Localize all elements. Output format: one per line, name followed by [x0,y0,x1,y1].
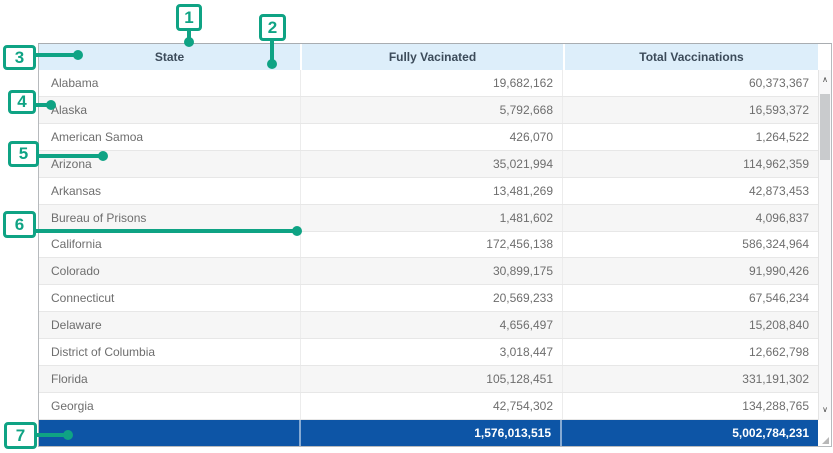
state-cell: Georgia [39,393,301,419]
table-row[interactable]: Bureau of Prisons 1,481,602 4,096,837 [39,205,818,232]
total-vaccinations-cell: 15,208,840 [563,312,818,338]
annotation-badge-5: 5 [8,141,39,167]
table-header-row: State Fully Vacinated Total Vaccinations [39,44,818,70]
fully-vacinated-cell: 3,018,447 [301,339,563,365]
annotation-line-2 [270,41,274,60]
fully-vacinated-cell: 35,021,994 [301,151,563,177]
annotation-badge-2: 2 [259,14,286,41]
total-vaccinations-cell: 60,373,367 [563,70,818,96]
annotation-badge-1: 1 [176,4,202,31]
scroll-up-icon[interactable]: ∧ [819,72,831,88]
fully-vacinated-cell: 1,481,602 [301,205,563,231]
table-row[interactable]: Georgia 42,754,302 134,288,765 [39,393,818,420]
state-cell: Colorado [39,258,301,284]
annotation-dot-2 [267,59,277,69]
table-row[interactable]: Connecticut 20,569,233 67,546,234 [39,285,818,312]
state-cell: California [39,232,301,258]
table-body: Alabama 19,682,162 60,373,367 Alaska 5,7… [39,70,818,420]
annotation-line-3 [36,53,75,57]
totals-fully-vacinated: 1,576,013,515 [301,420,562,446]
table-row[interactable]: District of Columbia 3,018,447 12,662,79… [39,339,818,366]
total-vaccinations-cell: 4,096,837 [563,205,818,231]
scrollbar-thumb[interactable] [820,94,830,160]
fully-vacinated-cell: 5,792,668 [301,97,563,123]
table-row[interactable]: Alabama 19,682,162 60,373,367 [39,70,818,97]
annotation-badge-3: 3 [3,45,36,70]
total-vaccinations-cell: 12,662,798 [563,339,818,365]
annotation-dot-4 [46,100,56,110]
annotation-badge-7: 7 [4,422,37,449]
total-vaccinations-cell: 586,324,964 [563,232,818,258]
fully-vacinated-cell: 4,656,497 [301,312,563,338]
fully-vacinated-cell: 13,481,269 [301,178,563,204]
column-header-fully-vacinated[interactable]: Fully Vacinated [302,44,563,70]
totals-row: 1,576,013,515 5,002,784,231 [39,420,818,446]
table-row[interactable]: California 172,456,138 586,324,964 [39,232,818,259]
fully-vacinated-cell: 20,569,233 [301,285,563,311]
vaccinations-table: State Fully Vacinated Total Vaccinations… [38,43,832,447]
annotation-dot-7 [63,430,73,440]
total-vaccinations-cell: 1,264,522 [563,124,818,150]
annotation-badge-4: 4 [8,90,36,114]
fully-vacinated-cell: 172,456,138 [301,232,563,258]
state-cell: American Samoa [39,124,301,150]
annotation-dot-1 [184,37,194,47]
fully-vacinated-cell: 19,682,162 [301,70,563,96]
state-cell: District of Columbia [39,339,301,365]
fully-vacinated-cell: 426,070 [301,124,563,150]
totals-state-cell [39,420,301,446]
screenshot-stage: State Fully Vacinated Total Vaccinations… [0,0,833,453]
state-cell: Alaska [39,97,301,123]
resize-grip-icon[interactable] [822,437,829,444]
state-cell: Bureau of Prisons [39,205,301,231]
table-row[interactable]: American Samoa 426,070 1,264,522 [39,124,818,151]
table-row[interactable]: Alaska 5,792,668 16,593,372 [39,97,818,124]
total-vaccinations-cell: 114,962,359 [563,151,818,177]
table-row[interactable]: Arizona 35,021,994 114,962,359 [39,151,818,178]
total-vaccinations-cell: 134,288,765 [563,393,818,419]
state-cell: Arkansas [39,178,301,204]
scroll-down-icon[interactable]: ∨ [819,402,831,418]
table-row[interactable]: Colorado 30,899,175 91,990,426 [39,258,818,285]
table-row[interactable]: Florida 105,128,451 331,191,302 [39,366,818,393]
annotation-dot-5 [98,151,108,161]
annotation-dot-6 [292,226,302,236]
annotation-line-6 [36,229,294,233]
total-vaccinations-cell: 331,191,302 [563,366,818,392]
totals-total-vaccinations: 5,002,784,231 [562,420,818,446]
fully-vacinated-cell: 42,754,302 [301,393,563,419]
total-vaccinations-cell: 42,873,453 [563,178,818,204]
fully-vacinated-cell: 105,128,451 [301,366,563,392]
table-row[interactable]: Delaware 4,656,497 15,208,840 [39,312,818,339]
total-vaccinations-cell: 91,990,426 [563,258,818,284]
annotation-line-7 [37,433,65,437]
fully-vacinated-cell: 30,899,175 [301,258,563,284]
table-row[interactable]: Arkansas 13,481,269 42,873,453 [39,178,818,205]
state-cell: Delaware [39,312,301,338]
state-cell: Florida [39,366,301,392]
column-header-total-vaccinations[interactable]: Total Vaccinations [565,44,818,70]
total-vaccinations-cell: 67,546,234 [563,285,818,311]
annotation-line-5 [39,154,100,158]
state-cell: Connecticut [39,285,301,311]
annotation-badge-6: 6 [3,211,36,238]
state-cell: Alabama [39,70,301,96]
vertical-scrollbar[interactable]: ∧ ∨ [818,70,831,420]
total-vaccinations-cell: 16,593,372 [563,97,818,123]
annotation-dot-3 [73,50,83,60]
